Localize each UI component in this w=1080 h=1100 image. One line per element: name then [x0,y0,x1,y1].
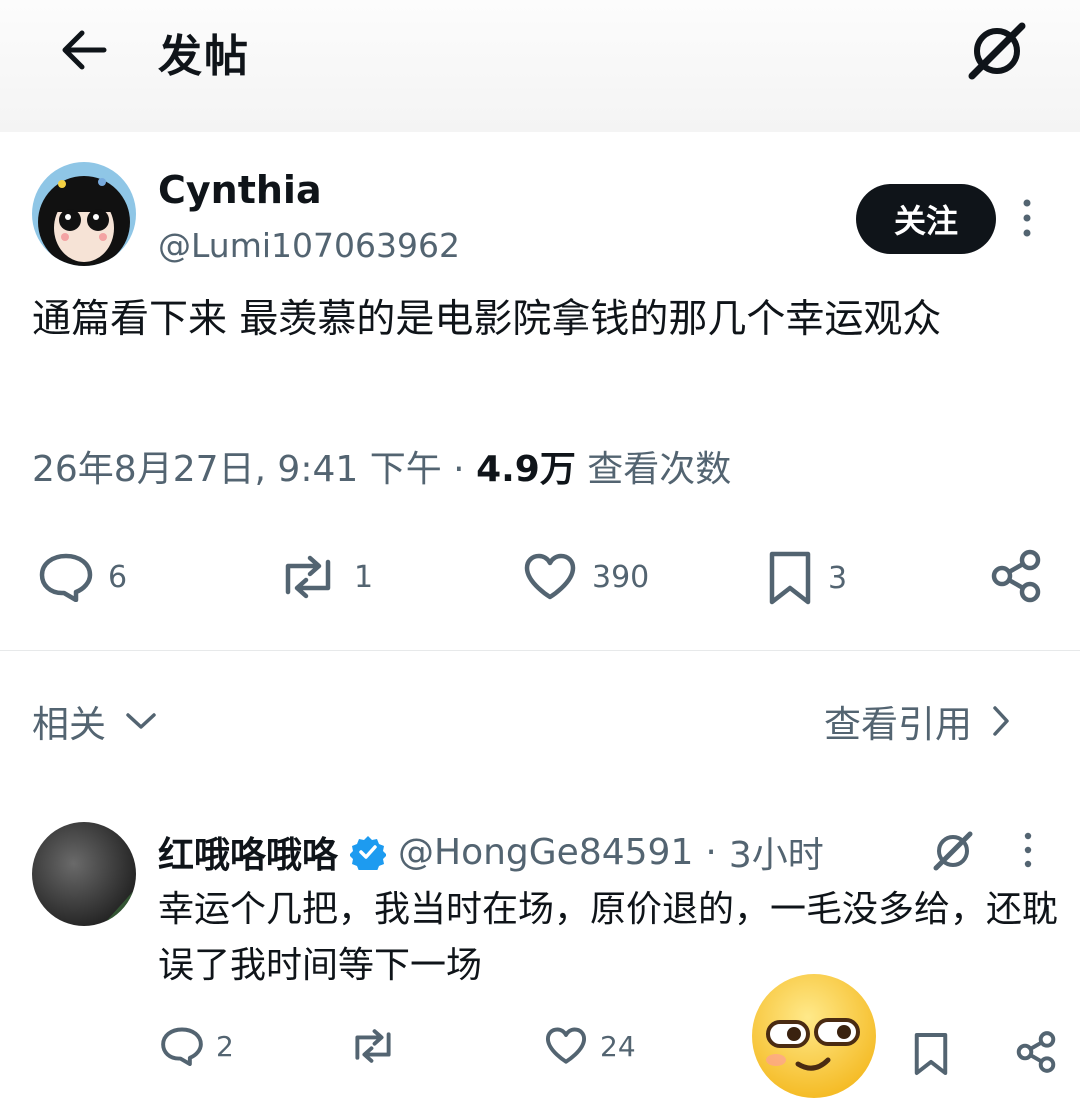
reply-handle[interactable]: @HongGe84591 [398,832,693,873]
reply-text: 幸运个几把，我当时在场，原价退的，一毛没多给，还耽误了我时间等下一场 [158,889,1059,986]
reply-icon [38,552,94,602]
follow-button[interactable]: 关注 [856,184,996,254]
reply-action[interactable]: 6 [38,552,127,602]
like-action[interactable]: 390 [522,552,649,602]
bookmark-icon [766,550,814,606]
repost-count: 1 [354,559,374,595]
reply-display-name[interactable]: 红哦咯哦咯 [158,826,338,878]
verified-badge-icon [350,834,387,870]
reply-more-options-icon[interactable] [1018,830,1038,870]
reply-reply-count: 2 [216,1029,234,1063]
related-label: 相关 [32,703,106,746]
bookmark-count: 3 [828,560,848,596]
view-count-label: 查看次数 [587,449,732,490]
author-handle[interactable]: @Lumi107063962 [158,226,460,265]
back-arrow-icon[interactable] [58,24,110,76]
reply-time[interactable]: 3小时 [729,826,824,878]
view-count: 4.9万 [476,449,576,490]
reply-like-count: 24 [600,1029,636,1063]
heart-icon [522,552,578,602]
bookmark-icon[interactable] [912,1028,950,1080]
chevron-down-icon [124,710,158,732]
like-count: 390 [592,559,650,595]
grok-icon[interactable] [930,828,976,874]
view-quotes-label: 查看引用 [824,703,972,746]
more-options-icon[interactable] [1012,196,1042,240]
grok-icon[interactable] [966,20,1028,82]
post-text: 通篇看下来 最羡慕的是电影院拿钱的那几个幸运观众 [32,297,942,342]
avatar[interactable] [32,162,136,266]
heart-icon [544,1026,588,1066]
chevron-right-icon [990,704,1012,738]
reply-count: 6 [108,559,128,595]
reply-icon [160,1026,204,1066]
related-dropdown[interactable]: 相关 [32,694,158,748]
share-icon[interactable] [988,548,1044,604]
repost-icon[interactable] [348,1026,398,1066]
bookmark-action[interactable]: 3 [766,550,847,606]
divider [0,650,1080,651]
post-meta: 26年8月27日, 9:41 下午 · 4.9万 查看次数 [32,440,731,492]
repost-icon [276,552,340,602]
reply-header: 红哦咯哦咯 @HongGe84591 · 3小时 [158,826,824,878]
smirk-emoji-sticker [750,972,878,1100]
view-quotes-link[interactable]: 查看引用 [824,694,1012,748]
share-icon[interactable] [1014,1026,1058,1078]
post-timestamp[interactable]: 26年8月27日, 9:41 下午 [32,449,442,490]
author-display-name[interactable]: Cynthia [158,168,322,212]
reply-like-action[interactable]: 24 [544,1026,636,1066]
page-title: 发帖 [158,31,250,82]
reply-reply-action[interactable]: 2 [160,1026,234,1066]
meta-separator: · [453,449,465,490]
reply-separator: · [705,831,717,873]
reply-avatar[interactable] [32,822,136,926]
repost-action[interactable]: 1 [276,552,373,602]
